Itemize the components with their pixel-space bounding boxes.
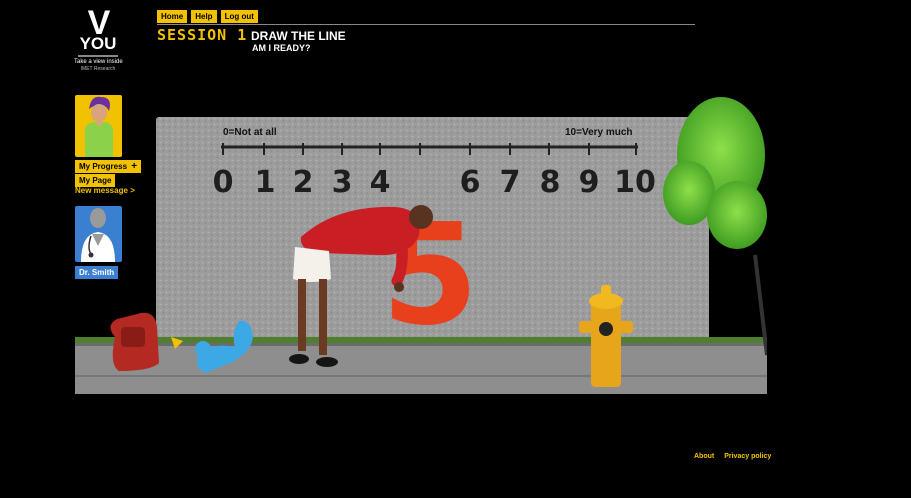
page-subtitle: AM I READY? [252,43,311,53]
scale-number-8: 8 [540,165,561,200]
footer: About Privacy policy [694,452,771,461]
logo-divider [78,55,118,57]
scale-number-10: 10 [614,165,656,200]
page-title: DRAW THE LINE [251,29,346,43]
privacy-policy-link[interactable]: Privacy policy [724,452,771,461]
scale-number-9: 9 [579,165,600,200]
scale-number-7: 7 [500,165,521,200]
scale-number-2: 2 [293,165,314,200]
help-button[interactable]: Help [191,10,217,23]
scale-number-1: 1 [255,165,276,200]
scale-number-3: 3 [332,165,353,200]
you-logo: V YOU Take a view inside IMET Research [74,6,123,73]
about-link[interactable]: About [694,452,714,461]
logo-org: IMET Research [80,66,116,72]
session-label: SESSION 1 [157,26,248,44]
scale-number-0: 0 [213,165,234,200]
logo-word: YOU [79,34,117,53]
backpack [110,312,159,371]
top-nav: Home Help Log out [157,10,258,23]
scale-low-label: 0=Not at all [223,127,277,138]
header-divider [157,24,695,25]
logout-button[interactable]: Log out [220,10,258,23]
logo-tagline: Take a view inside [74,59,123,65]
scene-illustration: 0=Not at all 10=Very much 0 1 2 3 4 6 7 … [75,75,769,394]
scale-high-label: 10=Very much [565,127,633,138]
home-button[interactable]: Home [157,10,188,23]
